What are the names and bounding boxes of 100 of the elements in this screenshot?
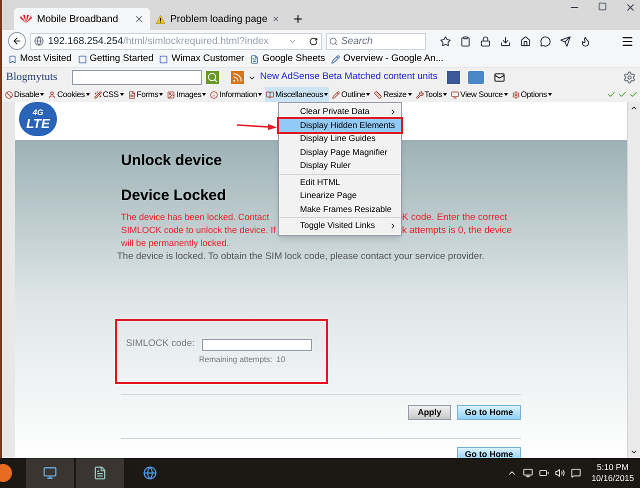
rss-icon[interactable]: [231, 71, 244, 84]
chat-icon[interactable]: [540, 36, 551, 46]
close-icon[interactable]: [625, 2, 636, 13]
flower-logo-icon: [20, 14, 32, 24]
news-link[interactable]: New AdSense Beta Matched content units: [260, 70, 438, 85]
browser-tab[interactable]: Mobile Broadband: [14, 8, 150, 30]
gear-icon: [512, 90, 520, 98]
search-field[interactable]: [72, 70, 202, 85]
warning-text: k attempts is 0, the device: [402, 224, 512, 238]
brand-logo[interactable]: Blogmytuts: [6, 69, 68, 86]
warning-text: K code. Enter the correct: [402, 211, 508, 225]
bookmark-link[interactable]: Getting Started: [90, 52, 154, 67]
app-icon[interactable]: [43, 466, 57, 480]
notepad-icon[interactable]: [93, 466, 107, 480]
wrench-icon: [416, 90, 424, 98]
toolbar-menu[interactable]: Disable: [4, 87, 46, 102]
ruler-icon: [374, 90, 382, 98]
caret-icon: [40, 93, 44, 96]
globe-icon[interactable]: [143, 466, 157, 480]
new-tab-icon[interactable]: [292, 13, 304, 25]
maximize-icon[interactable]: [598, 2, 607, 11]
search-field[interactable]: Search: [326, 32, 426, 50]
grid-icon: [159, 55, 168, 64]
menu-item[interactable]: Linearize Page: [279, 189, 401, 202]
caret-icon: [258, 93, 262, 96]
battery-icon[interactable]: [539, 468, 550, 478]
pencil-icon: [332, 90, 340, 98]
monitor-icon: [451, 90, 460, 98]
menu-item[interactable]: Display Hidden Elements: [279, 118, 401, 132]
toolbar-menu[interactable]: Tools: [414, 87, 448, 102]
menu-item[interactable]: Display Line Guides: [279, 132, 401, 146]
toolbar-menu[interactable]: Information: [209, 87, 264, 102]
star-icon[interactable]: [440, 36, 451, 46]
person-icon: [48, 90, 56, 98]
clock-time[interactable]: 5:10 PM: [596, 462, 629, 473]
clock-date[interactable]: 10/16/2015: [591, 473, 634, 484]
toolbar-menu[interactable]: View Source: [450, 87, 509, 102]
toolbar-menu[interactable]: Forms: [126, 87, 164, 102]
chart-icon: [331, 55, 340, 64]
url-text: 192.168.254.254/html/simlockrequired.html?index: [48, 34, 269, 48]
toolbar-menu[interactable]: Resize: [373, 87, 413, 102]
attempts-label: Remaining attempts:: [199, 354, 272, 366]
menu-item[interactable]: Display Ruler: [279, 159, 401, 172]
scrollbar[interactable]: [627, 102, 640, 458]
close-icon[interactable]: [134, 14, 144, 24]
volume-icon[interactable]: [555, 468, 566, 478]
notification-icon[interactable]: [571, 468, 582, 478]
home-icon[interactable]: [520, 36, 531, 46]
caret-icon: [408, 93, 412, 96]
address-field[interactable]: 192.168.254.254/html/simlockrequired.html?index: [30, 32, 322, 50]
form-button[interactable]: Apply: [408, 405, 451, 420]
menu-item[interactable]: Display Page Magnifier: [279, 146, 401, 159]
page-title: Unlock device: [121, 151, 222, 171]
caret-icon: [202, 93, 206, 96]
menu-item[interactable]: Edit HTML: [279, 176, 401, 189]
warning-icon: [156, 14, 166, 24]
toolbar-menu[interactable]: Outline: [331, 87, 372, 102]
annotation-arrow: [237, 122, 277, 130]
book-icon: [266, 90, 274, 98]
caret-icon: [504, 93, 508, 96]
search-icon[interactable]: [206, 71, 219, 84]
form-icon: [128, 90, 136, 98]
simlock-input[interactable]: [202, 338, 312, 350]
toolbar-menu[interactable]: Miscellaneous: [265, 87, 330, 102]
globe-icon: [34, 36, 44, 46]
bookmark-link[interactable]: Overview - Google An...: [343, 52, 444, 67]
flame-icon[interactable]: [580, 36, 591, 46]
send-icon[interactable]: [560, 36, 571, 46]
network-icon[interactable]: [523, 468, 534, 478]
toolbar-menu[interactable]: Cookies: [47, 87, 91, 102]
form-button[interactable]: Go to Home: [457, 405, 521, 420]
scroll-up-icon[interactable]: [630, 104, 638, 112]
menu-item[interactable]: Clear Private Data: [279, 105, 401, 118]
gear-icon[interactable]: [623, 71, 636, 84]
sheet-icon: [250, 55, 260, 64]
forbidden-icon: [5, 90, 13, 98]
menu-item[interactable]: Make Frames Resizable: [279, 202, 401, 216]
download-icon[interactable]: [500, 36, 511, 46]
caret-icon: [159, 93, 164, 96]
mail-icon[interactable]: [494, 72, 506, 83]
bookmark-link[interactable]: Google Sheets: [262, 52, 326, 67]
menu-icon[interactable]: [621, 34, 634, 48]
menu-item[interactable]: Toggle Visited Links: [279, 219, 401, 232]
wand-icon: [94, 90, 102, 98]
scroll-down-icon[interactable]: [630, 448, 638, 456]
image-icon: [167, 90, 176, 98]
warning-text: will be permanently locked.: [121, 237, 230, 250]
bookmark-link[interactable]: Most Visited: [20, 52, 72, 67]
page-icon: [78, 55, 87, 64]
clipboard-icon[interactable]: [460, 36, 471, 46]
bookmark-link[interactable]: Wimax Customer: [171, 52, 244, 67]
reload-icon[interactable]: [309, 36, 318, 46]
toolbar-menu[interactable]: CSS: [92, 87, 125, 102]
back-icon[interactable]: [8, 32, 26, 50]
close-icon[interactable]: [272, 14, 280, 24]
toolbar-menu[interactable]: Options: [510, 87, 553, 102]
info-icon: [210, 90, 218, 98]
home-button[interactable]: Go to Home: [457, 447, 521, 458]
caret-icon: [120, 93, 124, 96]
toolbar-menu[interactable]: Images: [166, 87, 208, 102]
